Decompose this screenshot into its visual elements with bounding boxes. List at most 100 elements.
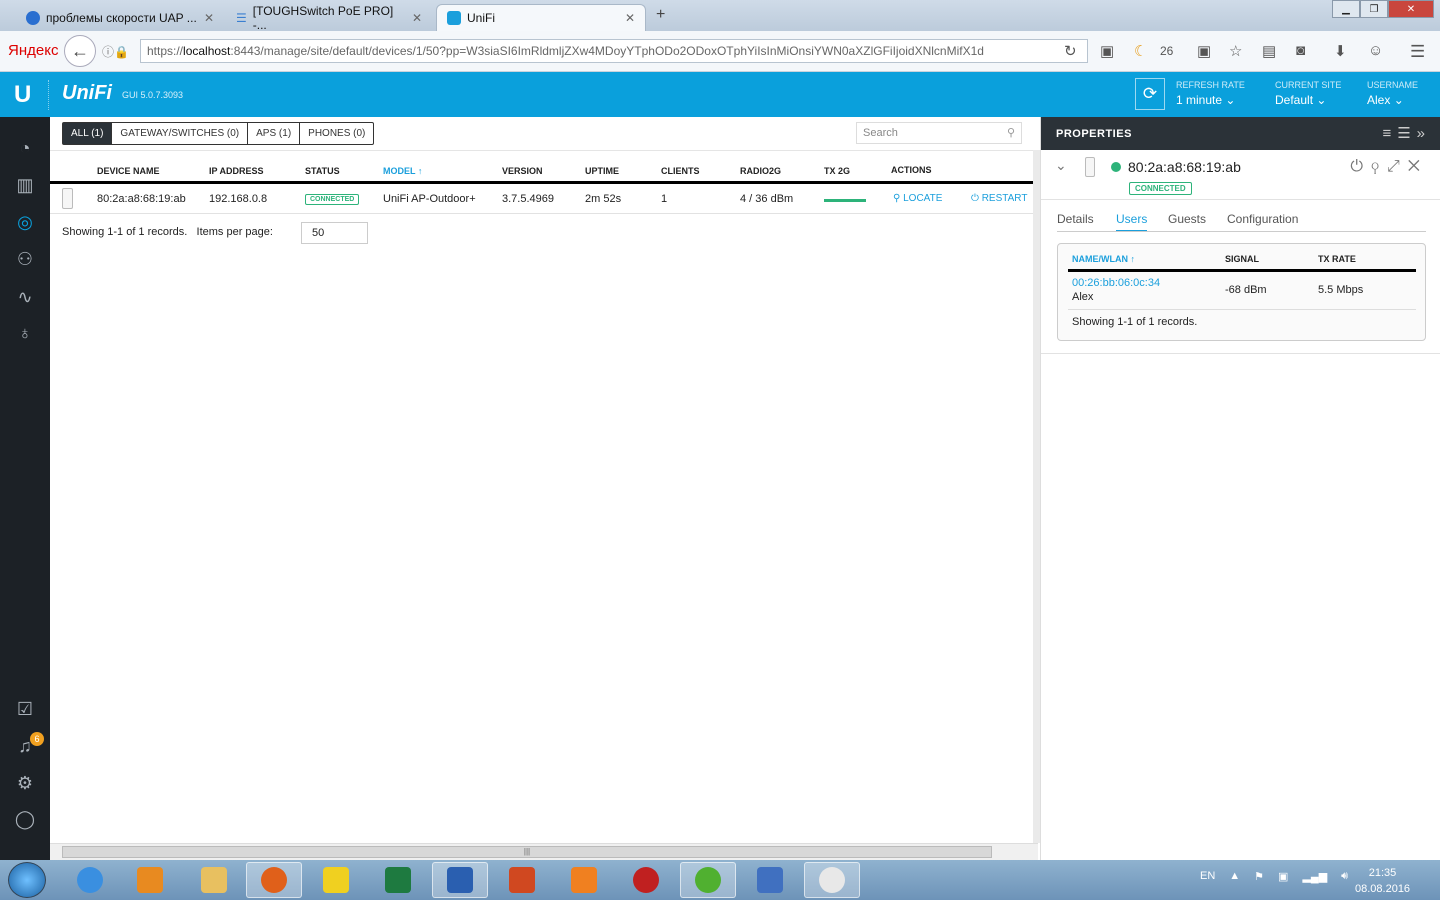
client-mac-link[interactable]: 00:26:bb:06:0c:34 — [1072, 277, 1160, 289]
info-lock-icon[interactable]: ⓘ🔒 — [102, 43, 129, 60]
close-tab-icon[interactable]: ✕ — [625, 11, 635, 25]
utorrent-icon[interactable] — [680, 862, 736, 898]
col-version[interactable]: VERSION — [502, 166, 543, 176]
word-icon[interactable] — [432, 862, 488, 898]
menu-icon[interactable]: ☰ — [1410, 42, 1425, 62]
browser-tab[interactable]: ☰ [TOUGHSwitch PoE PRO] -... ✕ — [226, 4, 432, 32]
yandex-logo[interactable]: Яндекс — [8, 42, 58, 59]
pdf-icon[interactable] — [556, 862, 612, 898]
batman-icon[interactable] — [308, 862, 364, 898]
tab-configuration[interactable]: Configuration — [1227, 212, 1298, 226]
search-input[interactable]: Search ⚲ — [856, 122, 1022, 144]
map-icon[interactable]: ▥ — [13, 173, 37, 197]
col-radio2g[interactable]: RADIO2G — [740, 166, 781, 176]
address-bar[interactable]: https://localhost:8443/manage/site/defau… — [140, 39, 1088, 63]
restart-button[interactable]: ⏻ RESTART — [971, 193, 1027, 204]
close-window-button[interactable]: ✕ — [1388, 0, 1434, 18]
alerts-check-icon[interactable]: ☑ — [13, 697, 37, 721]
col-tx-rate[interactable]: TX RATE — [1318, 254, 1356, 264]
filter-all[interactable]: ALL (1) — [63, 123, 113, 144]
network-app-icon[interactable] — [742, 862, 798, 898]
show-hidden-icons[interactable]: ▲ — [1229, 870, 1240, 883]
locate-icon[interactable]: ⚲ — [1371, 158, 1387, 175]
statistics-icon[interactable]: ∿ — [13, 285, 37, 309]
disc-icon[interactable] — [804, 862, 860, 898]
maximize-button[interactable]: ❐ — [1360, 0, 1388, 18]
col-clients[interactable]: CLIENTS — [661, 166, 700, 176]
col-uptime[interactable]: UPTIME — [585, 166, 619, 176]
clients-icon[interactable]: ⚇ — [13, 247, 37, 271]
browser-tab[interactable]: проблемы скорости UAP ... ✕ — [16, 4, 224, 31]
restart-icon[interactable]: ⏻ — [1350, 158, 1371, 175]
extension-icon[interactable]: ▣ — [1197, 42, 1211, 60]
camera-icon[interactable] — [618, 862, 674, 898]
items-per-page-input[interactable]: 50 — [301, 222, 368, 244]
new-tab-button[interactable]: + — [656, 6, 665, 24]
filter-phones[interactable]: PHONES (0) — [300, 123, 373, 144]
powerpoint-icon[interactable] — [494, 862, 550, 898]
chevron-down-icon: ⌄ — [1225, 93, 1236, 107]
moon-count: 26 — [1160, 44, 1174, 58]
refresh-button[interactable]: ⟳ — [1135, 78, 1165, 110]
refresh-rate-select[interactable]: REFRESH RATE 1 minute ⌄ — [1176, 80, 1245, 107]
excel-icon[interactable] — [370, 862, 426, 898]
download-icon[interactable]: ⬇ — [1334, 42, 1347, 60]
expand-icon[interactable]: ⤢ — [1387, 158, 1408, 175]
close-icon[interactable]: ✕ — [1408, 158, 1428, 175]
tab-details[interactable]: Details — [1057, 212, 1094, 226]
reload-icon[interactable]: ↻ — [1064, 42, 1077, 60]
device-name[interactable]: 80:2a:a8:68:19:ab — [97, 193, 186, 205]
dashboard-icon[interactable]: ◔ — [13, 136, 37, 160]
explorer-icon[interactable] — [186, 862, 242, 898]
language-indicator[interactable]: EN — [1200, 870, 1215, 883]
locate-button[interactable]: ⚲ LOCATE — [893, 193, 942, 204]
user-select[interactable]: USERNAME Alex ⌄ — [1367, 80, 1418, 107]
list-icon[interactable]: ☰ — [1397, 125, 1416, 142]
minimize-button[interactable]: ▁ — [1332, 0, 1360, 18]
horizontal-scrollbar[interactable]: ||| — [50, 843, 1038, 860]
chevron-down-icon[interactable]: ⌄ — [1055, 157, 1067, 174]
action-center-icon[interactable]: ⚑ — [1254, 870, 1264, 883]
device-uptime: 2m 52s — [585, 193, 622, 205]
tab-guests[interactable]: Guests — [1168, 212, 1206, 226]
bookmark-star-icon[interactable]: ☆ — [1229, 42, 1242, 60]
col-model[interactable]: MODEL ↑ — [383, 166, 422, 176]
moon-icon[interactable]: ☾ — [1134, 42, 1147, 60]
chat-icon[interactable]: ◯ — [13, 807, 37, 831]
pocket-icon[interactable]: ◙ — [1296, 42, 1305, 59]
chat-icon[interactable]: ☺ — [1368, 42, 1383, 59]
col-status[interactable]: STATUS — [305, 166, 340, 176]
settings-gears-icon[interactable]: ⚙ — [13, 771, 37, 795]
site-select[interactable]: CURRENT SITE Default ⌄ — [1275, 80, 1341, 107]
power-icon[interactable]: ▣ — [1278, 870, 1288, 883]
close-tab-icon[interactable]: ✕ — [412, 11, 422, 25]
scrollbar-thumb[interactable]: ||| — [62, 846, 992, 858]
network-signal-icon[interactable]: ▂▄▆ — [1302, 870, 1327, 883]
media-player-icon[interactable] — [122, 862, 178, 898]
align-icon[interactable]: ≡ — [1382, 125, 1397, 142]
firefox-icon[interactable] — [246, 862, 302, 898]
col-device-name[interactable]: DEVICE NAME — [97, 166, 160, 176]
extension-icon[interactable]: ▣ — [1100, 42, 1114, 60]
ie-icon[interactable] — [62, 862, 118, 898]
collapse-panel-icon[interactable]: » — [1417, 125, 1431, 142]
insights-bulb-icon[interactable]: ♁ — [13, 321, 37, 345]
ubiquiti-logo[interactable]: U — [14, 81, 31, 109]
tab-users[interactable]: Users — [1116, 212, 1148, 232]
col-tx2g[interactable]: TX 2G — [824, 166, 850, 176]
volume-icon[interactable]: 🔊︎ — [1341, 870, 1348, 883]
back-button[interactable]: ← — [64, 35, 96, 67]
col-name-wlan[interactable]: NAME/WLAN ↑ — [1072, 254, 1135, 264]
reading-list-icon[interactable]: ▤ — [1262, 42, 1276, 60]
clock[interactable]: 21:35 08.08.2016 — [1355, 865, 1410, 897]
close-tab-icon[interactable]: ✕ — [204, 11, 214, 25]
vertical-scrollbar[interactable] — [1033, 150, 1040, 843]
start-button[interactable] — [8, 862, 46, 898]
filter-aps[interactable]: APS (1) — [248, 123, 301, 144]
users-records-count: Showing 1-1 of 1 records. — [1072, 316, 1198, 328]
browser-tab-active[interactable]: UniFi ✕ — [436, 4, 646, 31]
filter-gateway-switches[interactable]: GATEWAY/SWITCHES (0) — [112, 123, 249, 144]
col-signal[interactable]: SIGNAL — [1225, 254, 1259, 264]
devices-icon[interactable]: ◎ — [13, 210, 37, 234]
col-ip-address[interactable]: IP ADDRESS — [209, 166, 264, 176]
